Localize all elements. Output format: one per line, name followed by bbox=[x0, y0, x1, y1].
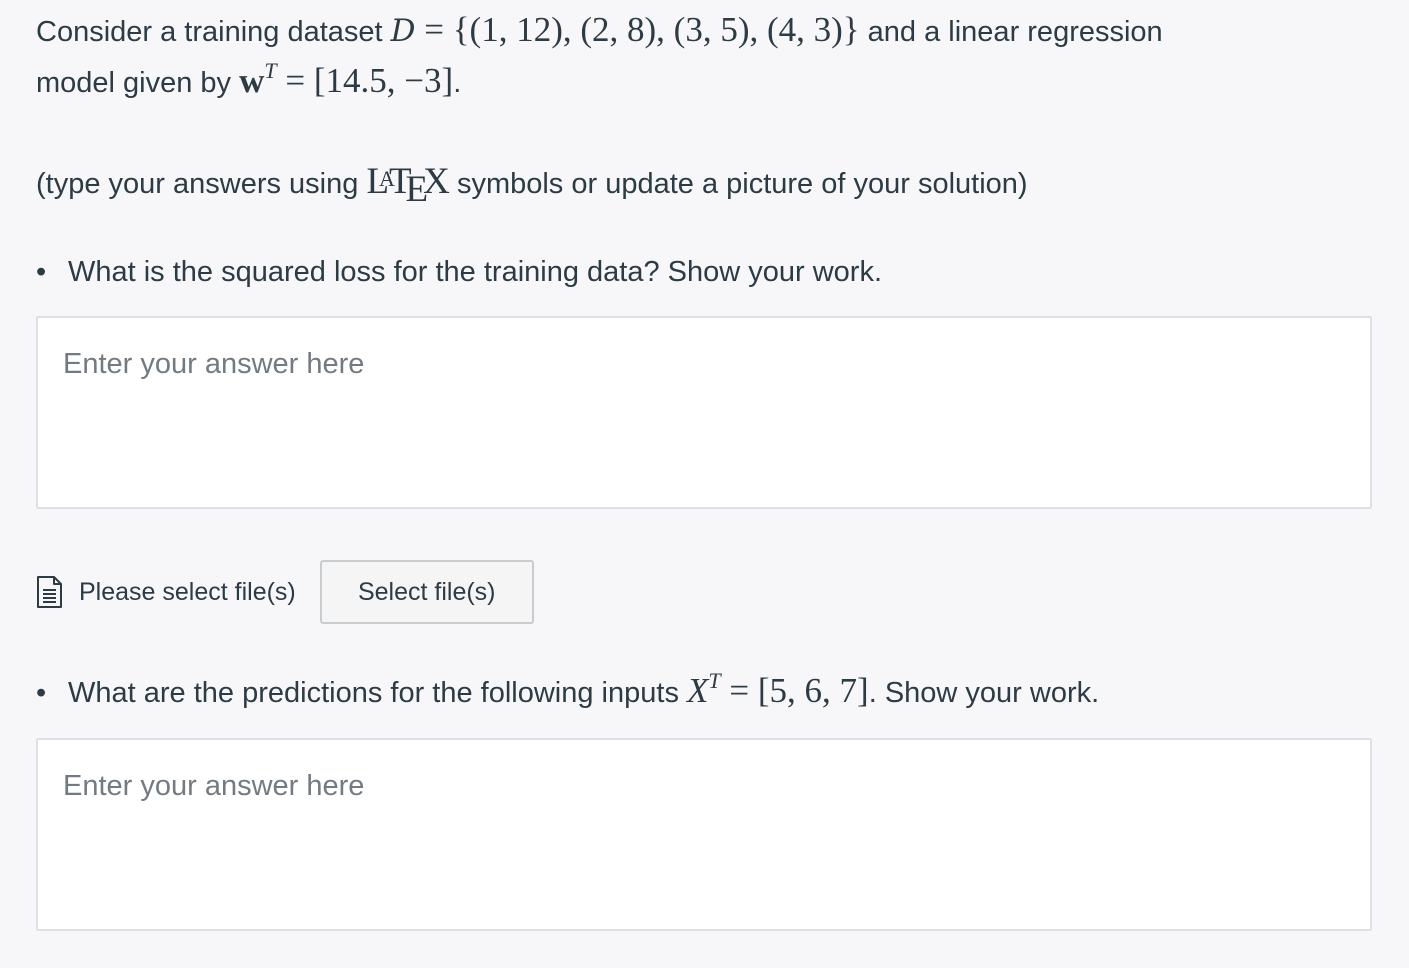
intro-text-1: Consider a training dataset bbox=[36, 16, 391, 48]
part2-text-before: What are the predictions for the followi… bbox=[68, 677, 687, 709]
weight-formula: wT = [14.5, −3] bbox=[239, 58, 454, 101]
part1-answer-placeholder: Enter your answer here bbox=[63, 348, 365, 380]
part2-question-text: What are the predictions for the followi… bbox=[68, 668, 1100, 711]
dataset-values: = {(1, 12), (2, 8), (3, 5), (4, 3)} bbox=[415, 10, 860, 49]
part2-answer-placeholder: Enter your answer here bbox=[63, 770, 365, 802]
weight-symbol: w bbox=[239, 61, 265, 100]
inputs-formula: XT = [5, 6, 7] bbox=[687, 668, 869, 711]
dataset-symbol: D bbox=[390, 13, 416, 49]
question-intro-line2: model given by wT = [14.5, −3]. bbox=[36, 55, 461, 109]
part1-prompt: • What is the squared loss for the train… bbox=[36, 256, 882, 289]
weight-values: = [14.5, −3] bbox=[276, 61, 454, 100]
part2-prompt: • What are the predictions for the follo… bbox=[36, 668, 1100, 711]
input-values: = [5, 6, 7] bbox=[720, 671, 869, 710]
file-upload-row: Please select file(s) Select file(s) bbox=[36, 560, 534, 624]
intro-text-2: and a linear regression bbox=[859, 16, 1163, 48]
intro-end: . bbox=[453, 67, 462, 99]
quiz-question-page: Consider a training dataset D = {(1, 12)… bbox=[0, 0, 1409, 968]
bullet-point: • bbox=[36, 256, 47, 288]
part1-question-text: What is the squared loss for the trainin… bbox=[68, 256, 883, 288]
part2-answer-input[interactable]: Enter your answer here bbox=[36, 738, 1372, 931]
latex-X: X bbox=[423, 161, 450, 202]
part2-text-after: . Show your work. bbox=[868, 677, 1100, 709]
file-upload-label: Please select file(s) bbox=[79, 577, 296, 606]
input-symbol: X bbox=[687, 671, 709, 710]
input-transpose: T bbox=[708, 668, 721, 693]
bullet-point: • bbox=[36, 677, 47, 709]
latex-logo: LATEX bbox=[366, 161, 450, 210]
instruction-text: (type your answers using LATEX symbols o… bbox=[36, 153, 1028, 215]
weight-transpose: T bbox=[264, 58, 277, 83]
document-icon bbox=[37, 576, 62, 608]
part1-answer-input[interactable]: Enter your answer here bbox=[36, 316, 1372, 509]
select-files-button[interactable]: Select file(s) bbox=[319, 560, 534, 624]
instruction-before: (type your answers using bbox=[36, 168, 367, 200]
question-intro: Consider a training dataset D = {(1, 12)… bbox=[36, 4, 1163, 58]
dataset-formula: D = {(1, 12), (2, 8), (3, 5), (4, 3)} bbox=[391, 10, 860, 49]
intro-text-3: model given by bbox=[36, 67, 240, 99]
instruction-after: symbols or update a picture of your solu… bbox=[448, 168, 1028, 200]
